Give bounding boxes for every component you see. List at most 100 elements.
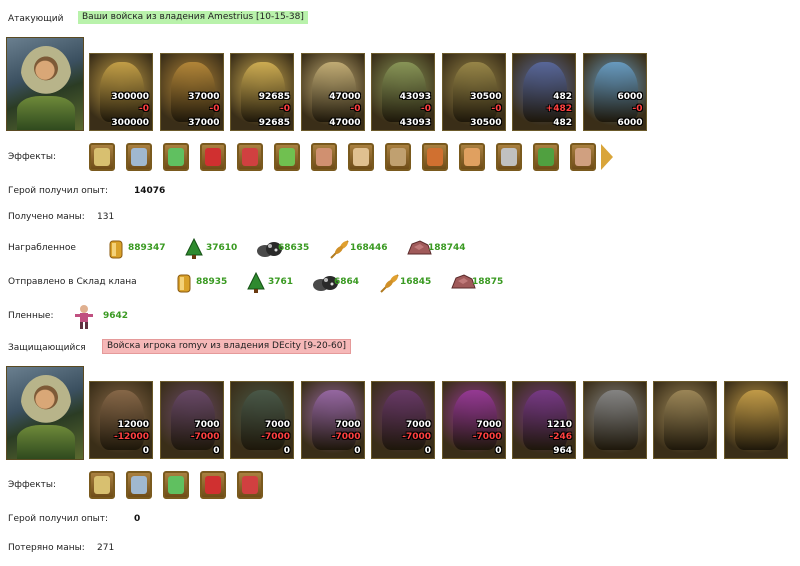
defender-label: Защищающийся <box>8 343 86 353</box>
unit-count: 7000 <box>264 420 290 430</box>
effect-slot[interactable] <box>200 471 226 499</box>
unit-card[interactable]: 92685 -0 92685 <box>230 53 294 131</box>
frog-effect-icon <box>538 148 554 166</box>
unit-remaining: 0 <box>354 446 361 456</box>
unit-remaining: 0 <box>283 446 290 456</box>
unit-card[interactable] <box>723 381 788 459</box>
orb-shrine-unit-icon <box>734 390 779 450</box>
unit-card[interactable]: 7000 -7000 0 <box>441 381 506 459</box>
unit-card[interactable]: 7000 -7000 0 <box>230 381 294 459</box>
unit-lost: -0 <box>632 104 643 114</box>
scroll-effect-icon <box>353 148 369 166</box>
effect-slot[interactable] <box>200 143 226 171</box>
skull-arrows-effect-icon <box>131 148 147 166</box>
skull-bone-effect-icon <box>501 148 517 166</box>
effect-slot[interactable] <box>422 143 448 171</box>
unit-card[interactable] <box>582 381 647 459</box>
claws-effect-icon <box>205 476 221 494</box>
unit-card[interactable]: 6000 -0 6000 <box>582 53 647 131</box>
unit-card[interactable]: 37000 -0 37000 <box>159 53 224 131</box>
unit-remaining: 0 <box>142 446 149 456</box>
unit-count: 12000 <box>117 420 149 430</box>
unit-remaining: 0 <box>424 446 431 456</box>
unit-card[interactable]: 1210 -246 964 <box>512 381 576 459</box>
effect-slot[interactable] <box>274 143 300 171</box>
resource-value: 88935 <box>196 277 228 287</box>
prisoners-value: 9642 <box>103 311 129 321</box>
unit-card[interactable]: 12000 -12000 0 <box>89 381 153 459</box>
heart-plus-effect-icon <box>242 148 258 166</box>
defender-mana-value: 271 <box>97 543 115 553</box>
resource-value: 37610 <box>206 243 238 253</box>
effect-slot[interactable] <box>163 471 189 499</box>
effect-slot[interactable] <box>570 143 596 171</box>
skull-arrows-effect-icon <box>131 476 147 494</box>
effect-slot[interactable] <box>237 143 263 171</box>
unit-remaining: 37000 <box>188 118 220 128</box>
unit-card[interactable]: 43093 -0 43093 <box>371 53 435 131</box>
unit-remaining: 6000 <box>617 118 643 128</box>
resource-value: 188744 <box>428 243 466 253</box>
effect-slot[interactable] <box>496 143 522 171</box>
resource-value: 3761 <box>268 277 294 287</box>
unit-lost: -7000 <box>190 432 220 442</box>
effect-slot[interactable] <box>385 143 411 171</box>
attacker-exp-label: Герой получил опыт: <box>8 186 108 196</box>
gold-icon <box>106 238 126 263</box>
effect-slot[interactable] <box>459 143 485 171</box>
attacker-hero-portrait[interactable] <box>6 37 84 131</box>
defender-mana-label: Потеряно маны: <box>8 543 85 553</box>
defender-hero-portrait[interactable] <box>6 366 84 460</box>
effect-slot[interactable] <box>126 471 152 499</box>
prisoners-label: Пленные: <box>8 311 54 321</box>
unit-card[interactable]: 47000 -0 47000 <box>300 53 365 131</box>
unit-card[interactable] <box>653 381 717 459</box>
unit-lost: -0 <box>350 104 361 114</box>
unit-lost: -0 <box>209 104 220 114</box>
unit-lost: -0 <box>491 104 502 114</box>
unit-lost: +482 <box>545 104 572 114</box>
prisoner-icon <box>73 304 95 330</box>
attacker-mana-label: Получено маны: <box>8 212 85 222</box>
unit-card[interactable]: 7000 -7000 0 <box>300 381 365 459</box>
wheat-icon <box>378 272 402 297</box>
effect-slot[interactable] <box>533 143 559 171</box>
unit-lost: -246 <box>549 432 572 442</box>
unit-count: 300000 <box>111 92 149 102</box>
unit-card[interactable]: 7000 -7000 0 <box>371 381 435 459</box>
unit-remaining: 47000 <box>329 118 361 128</box>
effect-slot[interactable] <box>126 143 152 171</box>
effect-slot[interactable] <box>311 143 337 171</box>
attacker-label: Атакующий <box>8 14 64 24</box>
shield-round-effect-icon <box>390 148 406 166</box>
effect-slot[interactable] <box>89 471 115 499</box>
unit-card[interactable]: 30500 -0 30500 <box>441 53 506 131</box>
resource-value: 16845 <box>400 277 432 287</box>
unit-count: 7000 <box>405 420 431 430</box>
unit-card[interactable]: 7000 -7000 0 <box>159 381 224 459</box>
wheat-icon <box>328 238 352 263</box>
attacker-mana-value: 131 <box>97 212 115 222</box>
effects-scroll-right-icon[interactable] <box>601 144 613 170</box>
horn-effect-icon <box>316 148 332 166</box>
unit-lost: -0 <box>280 104 290 114</box>
defender-exp-value: 0 <box>134 514 141 524</box>
effect-slot[interactable] <box>348 143 374 171</box>
unit-remaining: 30500 <box>470 118 502 128</box>
unit-card[interactable]: 482 +482 482 <box>512 53 576 131</box>
unit-count: 7000 <box>476 420 502 430</box>
wood-icon <box>246 271 266 297</box>
unit-card[interactable]: 300000 -0 300000 <box>89 53 153 131</box>
effect-slot[interactable] <box>163 143 189 171</box>
resource-value: 18875 <box>472 277 504 287</box>
unit-count: 6000 <box>617 92 643 102</box>
fist-effect-icon <box>464 148 480 166</box>
effect-slot[interactable] <box>89 143 115 171</box>
hand-shield-effect-icon <box>575 148 591 166</box>
slime-unit-icon <box>664 390 708 450</box>
unit-count: 37000 <box>188 92 220 102</box>
spider-unit-icon <box>593 390 638 450</box>
effect-slot[interactable] <box>237 471 263 499</box>
skull-shield-effect-icon <box>94 476 110 494</box>
unit-lost: -12000 <box>113 432 149 442</box>
